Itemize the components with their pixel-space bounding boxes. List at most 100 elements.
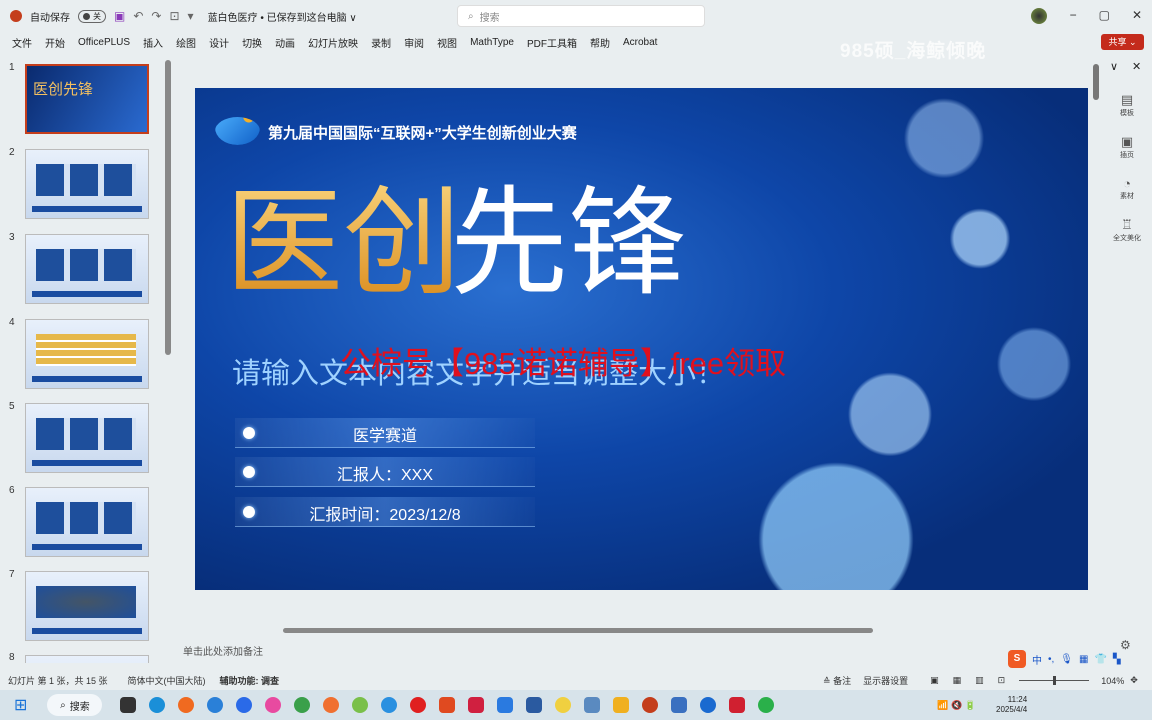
clock-time[interactable]: 11:24 [1008, 695, 1027, 705]
notes-button[interactable]: ≙ 备注 [823, 674, 851, 687]
zoom-slider-thumb[interactable] [1053, 676, 1057, 685]
tab-file[interactable]: 文件 [12, 35, 32, 50]
wechat-icon[interactable] [758, 697, 775, 713]
tab-help[interactable]: 帮助 [590, 35, 610, 50]
wps-icon[interactable] [729, 697, 746, 713]
document-title[interactable]: 蓝白色医疗 • 已保存到这台电脑 ∨ [208, 9, 357, 24]
app-window-icon[interactable] [526, 697, 543, 713]
customize-chevron-icon[interactable]: ▾ [188, 9, 194, 23]
search-input[interactable]: ⌕ 搜索 [457, 5, 705, 27]
tab-draw[interactable]: 绘图 [176, 35, 196, 50]
tab-slideshow[interactable]: 幻灯片放映 [308, 35, 358, 50]
notepad-icon[interactable] [671, 697, 688, 713]
accessibility-status[interactable]: 辅助功能: 调查 [220, 674, 280, 687]
display-settings-button[interactable]: 显示器设置 [863, 674, 908, 687]
tab-record[interactable]: 录制 [371, 35, 391, 50]
slide-vertical-scrollbar[interactable] [1093, 64, 1099, 100]
reading-view-icon[interactable]: ▥ [975, 675, 984, 686]
material-button[interactable]: ◔ 素材 [1120, 176, 1134, 201]
browser-orange-icon[interactable] [323, 697, 340, 713]
settings-gear-icon[interactable]: ⚙ [1120, 638, 1131, 652]
yandex-icon[interactable] [410, 697, 427, 713]
info-row-track[interactable]: 医学赛道 [235, 418, 535, 448]
slide-thumbnail-2[interactable] [25, 149, 149, 219]
close-button[interactable]: ✕ [1132, 8, 1142, 22]
fit-slide-icon[interactable]: ✥ [1130, 675, 1138, 686]
mic-icon[interactable]: 🎙 [1060, 654, 1073, 665]
app-a-icon[interactable] [497, 697, 514, 713]
colorful-app-icon[interactable] [265, 697, 282, 713]
image-app-icon[interactable] [584, 697, 601, 713]
slide-thumbnail-3[interactable] [25, 234, 149, 304]
slide-thumbnail-5[interactable] [25, 403, 149, 473]
tab-mathtype[interactable]: MathType [470, 37, 514, 48]
redo-icon[interactable]: ↷ [151, 9, 161, 23]
avatar[interactable] [1031, 8, 1047, 24]
info-row-time[interactable]: 汇报时间：2023/12/8 [235, 497, 535, 527]
chrome-icon[interactable] [294, 697, 311, 713]
save-icon[interactable]: ▣ [114, 9, 125, 23]
task-view-icon[interactable] [120, 697, 137, 713]
ie-icon[interactable] [381, 697, 398, 713]
slide-thumbnail-1[interactable]: 医创先锋 [25, 64, 149, 134]
slide-sorter-icon[interactable]: ▦ [953, 675, 962, 686]
present-icon[interactable]: ⊡ [169, 9, 179, 23]
slide-thumbnail-6[interactable] [25, 487, 149, 557]
close-pane-icon[interactable]: ✕ [1132, 60, 1141, 73]
minimize-button[interactable]: − [1070, 8, 1077, 22]
sun-app-icon[interactable] [555, 697, 572, 713]
brave-icon[interactable] [439, 697, 456, 713]
system-tray-icons[interactable]: 📶 🔇 🔋 [937, 700, 976, 711]
slideshow-icon[interactable]: ⊡ [998, 675, 1006, 686]
file-explorer-icon[interactable] [613, 697, 630, 713]
taskbar-search[interactable]: ⌕ 搜索 [47, 694, 103, 716]
notes-input[interactable]: 单击此处添加备注 [183, 643, 263, 658]
ime-mode[interactable]: 中 [1032, 652, 1042, 667]
info-row-reporter[interactable]: 汇报人：XXX [235, 457, 535, 487]
vivaldi-icon[interactable] [468, 697, 485, 713]
scrollbar-thumb[interactable] [283, 628, 873, 633]
tab-view[interactable]: 视图 [437, 35, 457, 50]
beautify-button[interactable]: ♖ 全文美化 [1113, 217, 1141, 243]
powerpoint-icon[interactable] [642, 697, 659, 713]
template-button[interactable]: ▤ 模板 [1120, 92, 1134, 118]
tab-insert[interactable]: 插入 [143, 35, 163, 50]
autosave-toggle[interactable]: 关 [78, 9, 106, 23]
insert-page-button[interactable]: ▣ 插页 [1120, 134, 1134, 160]
language[interactable]: 简体中文(中国大陆) [128, 674, 206, 687]
ie-green-icon[interactable] [352, 697, 369, 713]
horizontal-scrollbar[interactable] [180, 626, 1085, 636]
thumbnails-scrollbar[interactable] [165, 60, 171, 355]
app-blue-icon[interactable] [700, 697, 717, 713]
ime-punct[interactable]: •, [1048, 654, 1054, 665]
clock-date[interactable]: 2025/4/4 [996, 705, 1027, 715]
normal-view-icon[interactable]: ▣ [930, 675, 939, 686]
title-gold[interactable]: 医创 [225, 178, 461, 308]
keyboard-icon[interactable]: ▦ [1079, 654, 1088, 665]
slide-thumbnail-8[interactable] [25, 655, 149, 663]
tab-design[interactable]: 设计 [209, 35, 229, 50]
edge-icon[interactable] [149, 697, 166, 713]
slide-thumbnail-7[interactable] [25, 571, 149, 641]
zoom-level[interactable]: 104% [1101, 676, 1124, 686]
tab-review[interactable]: 审阅 [404, 35, 424, 50]
windows-start-icon[interactable]: ⊞ [14, 695, 27, 715]
apps-icon[interactable]: ▚ [1113, 654, 1121, 665]
tab-pdf-tools[interactable]: PDF工具箱 [527, 35, 577, 50]
share-button[interactable]: 共享 ⌄ [1101, 34, 1144, 50]
collapse-chevron-icon[interactable]: ∨ [1110, 60, 1118, 73]
ime-toolbar[interactable]: S 中 •, 🎙 ▦ 👕 ▚ [1008, 650, 1121, 668]
slide-canvas[interactable]: 第九届中国国际“互联网+”大学生创新创业大赛 医创 先锋 请输入文本内容文字并适… [195, 88, 1088, 590]
tab-acrobat[interactable]: Acrobat [623, 37, 657, 48]
restore-button[interactable]: ▢ [1099, 8, 1110, 22]
tab-transitions[interactable]: 切换 [242, 35, 262, 50]
browser-icon[interactable] [207, 697, 224, 713]
tab-animations[interactable]: 动画 [275, 35, 295, 50]
title-white[interactable]: 先锋 [450, 178, 686, 308]
skin-icon[interactable]: 👕 [1094, 654, 1106, 665]
competition-name[interactable]: 第九届中国国际“互联网+”大学生创新创业大赛 [268, 122, 577, 143]
slide-thumbnail-4[interactable] [25, 319, 149, 389]
tab-home[interactable]: 开始 [45, 35, 65, 50]
tab-officeplus[interactable]: OfficePLUS [78, 37, 130, 48]
undo-icon[interactable]: ↶ [133, 9, 143, 23]
